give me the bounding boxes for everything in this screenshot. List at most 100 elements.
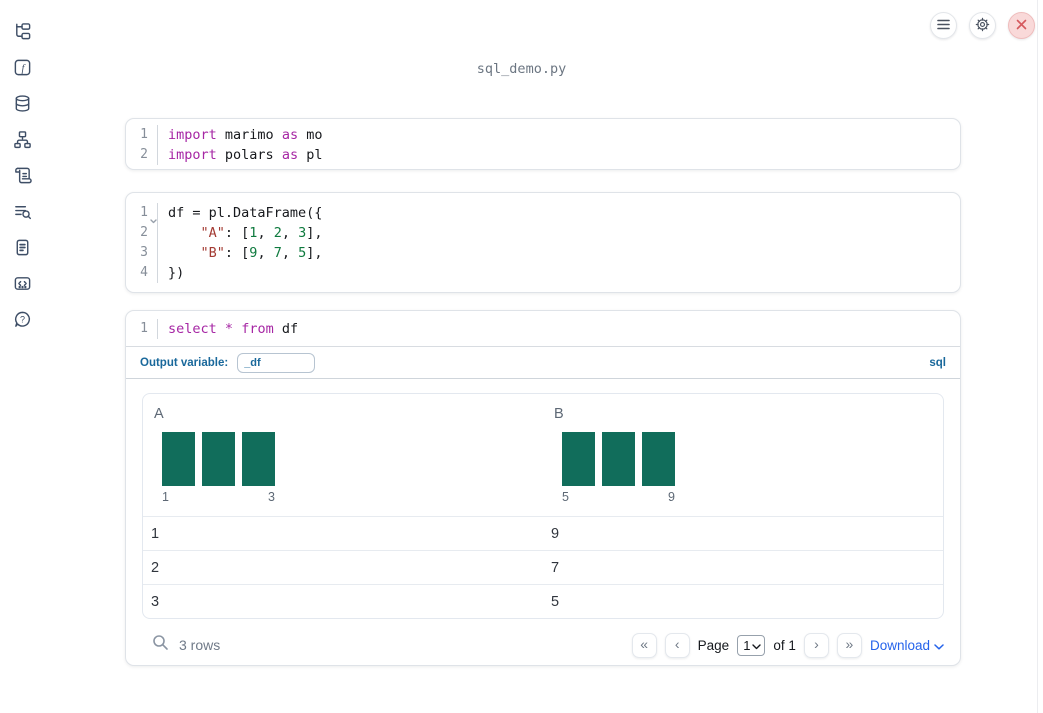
dependency-graph-icon [13,130,32,152]
code-line: }) [168,263,960,283]
histogram-bar [242,432,275,486]
code-token: : [ [224,225,250,241]
table-cell: 9 [551,525,560,542]
code-area[interactable]: select * from df [158,319,960,339]
table-cell: 3 [151,593,160,610]
table-row[interactable]: 3 5 [143,584,943,618]
column-header-b[interactable]: B 5 9 [543,404,943,516]
code-line: "A": [1, 2, 3], [168,223,960,243]
code-token: as [281,127,299,143]
code-token: select [168,321,217,337]
line-number-gutter: 1 2 [126,125,158,165]
sidebar-item-datasources[interactable] [10,93,34,117]
code-token: : [ [224,245,250,261]
code-token: ], [306,225,323,241]
notebook-filename[interactable]: sql_demo.py [0,61,1043,77]
double-chevron-left-icon: « [640,636,649,652]
code-token: ], [306,245,323,261]
sidebar-item-tracing[interactable] [10,201,34,225]
shutdown-button[interactable] [1008,12,1035,39]
hamburger-icon [937,18,950,33]
database-icon [13,94,32,116]
histogram-bar [202,432,235,486]
code-token: "A" [200,225,225,241]
document-icon [13,238,32,260]
row-count: 3 rows [179,637,221,653]
code-token: df = pl.DataFrame({ [168,205,323,221]
axis-min-label: 1 [162,490,169,504]
histogram-axis-labels: 1 3 [162,490,275,504]
line-number: 3 [140,245,148,260]
next-page-button[interactable]: › [803,632,829,658]
code-line: select * from df [168,319,960,339]
line-number: 4 [140,265,148,280]
code-token: pl [298,147,323,163]
table-cell: 2 [151,559,160,576]
settings-button[interactable] [969,12,996,39]
sidebar-item-snippets[interactable] [10,273,34,297]
sidebar-item-file-explorer[interactable] [10,21,34,45]
code-editor[interactable]: 1 2 3 4 df = pl.DataFrame({ "A": [1, 2, … [126,193,960,292]
line-number: 1 [140,321,148,336]
help-icon: ? [13,310,32,332]
sidebar-item-documentation[interactable] [10,237,34,261]
sidebar-item-logs[interactable] [10,165,34,189]
code-token: df [273,321,299,337]
chevron-right-icon: › [814,636,819,652]
last-page-button[interactable]: » [836,632,862,658]
code-line: df = pl.DataFrame({ [168,203,960,223]
scrollbar-track[interactable] [1037,0,1038,713]
cell-output-area: A 1 3 B 5 9 1 9 2 7 3 5 3 rows « ‹ Page … [126,379,960,663]
column-histogram: 1 3 [162,432,543,504]
column-label[interactable]: B [554,406,943,422]
sidebar-item-help[interactable]: ? [10,309,34,333]
histogram-bars [162,432,543,486]
line-number: 2 [140,147,148,162]
scroll-logs-icon [13,166,32,188]
page-select[interactable]: 1 [737,634,766,656]
table-footer: 3 rows « ‹ Page 1 of 1 › » Download [142,627,944,663]
axis-max-label: 9 [668,490,675,504]
code-cell-imports[interactable]: 1 2 import marimo as mo import polars as… [125,118,961,170]
sql-cell-options-bar: Output variable: sql [126,347,960,379]
double-chevron-right-icon: » [845,636,854,652]
sql-editor[interactable]: 1 select * from df [126,311,960,347]
line-number-gutter: 1 [126,319,158,339]
histogram-bars [562,432,943,486]
histogram-bar [562,432,595,486]
page-total-label: of 1 [773,637,796,653]
code-token: polars [216,147,282,163]
column-label[interactable]: A [154,406,543,422]
table-row[interactable]: 1 9 [143,516,943,550]
code-token: mo [298,127,323,143]
snippets-icon [13,274,32,296]
menu-button[interactable] [930,12,957,39]
table-cell: 5 [551,593,560,610]
histogram-bar [162,432,195,486]
first-page-button[interactable]: « [631,632,657,658]
axis-min-label: 5 [562,490,569,504]
sql-cell[interactable]: 1 select * from df Output variable: sql … [125,310,961,666]
search-icon[interactable] [152,634,169,656]
prev-page-button[interactable]: ‹ [664,632,690,658]
table-row[interactable]: 2 7 [143,550,943,584]
column-header-a[interactable]: A 1 3 [143,404,543,516]
code-editor[interactable]: 1 2 import marimo as mo import polars as… [126,119,960,169]
code-token: * [224,321,234,337]
code-token: , [281,245,299,261]
output-variable-input[interactable] [237,352,316,373]
code-cell-dataframe[interactable]: 1 2 3 4 df = pl.DataFrame({ "A": [1, 2, … [125,192,961,293]
code-line: import marimo as mo [168,125,960,145]
code-area[interactable]: import marimo as mo import polars as pl [158,125,960,165]
line-number-gutter: 1 2 3 4 [126,203,158,283]
page-label: Page [697,637,730,653]
sidebar-item-dependency-graph[interactable] [10,129,34,153]
code-token: 2 [273,225,282,241]
code-token: from [241,321,274,337]
table-cell: 7 [551,559,560,576]
download-button[interactable]: Download [870,638,944,653]
code-area[interactable]: df = pl.DataFrame({ "A": [1, 2, 3], "B":… [158,203,960,283]
